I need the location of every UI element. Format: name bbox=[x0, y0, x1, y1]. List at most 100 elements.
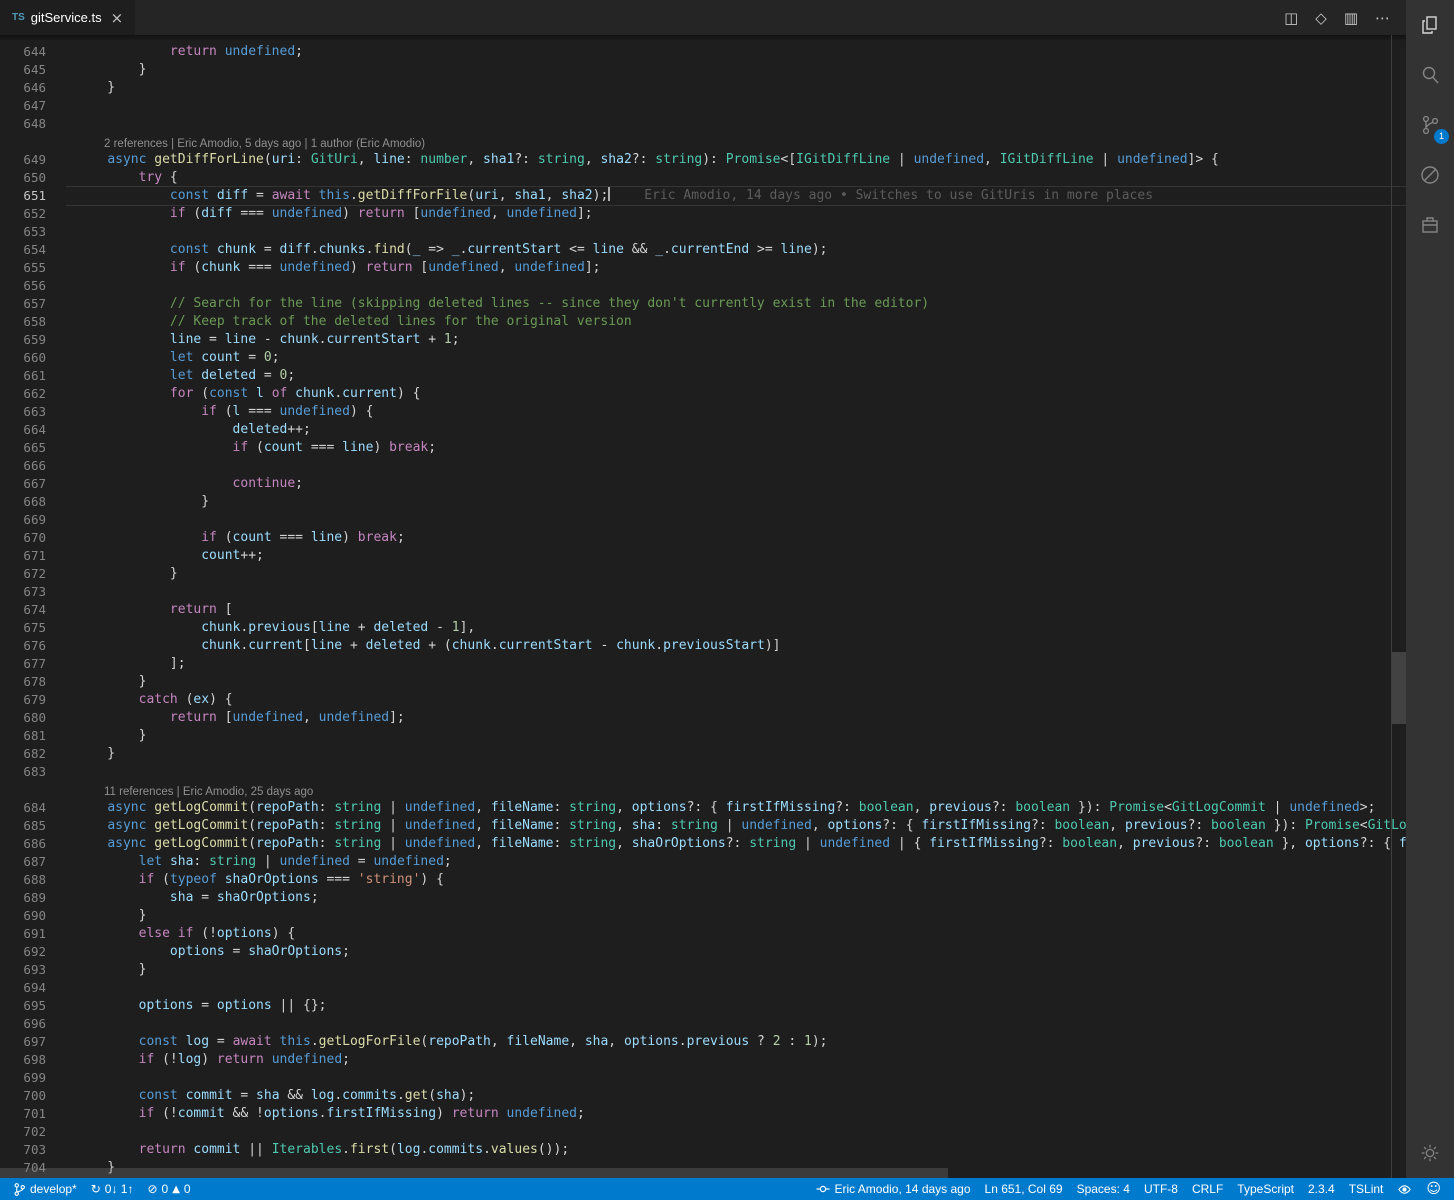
code-token[interactable]: values bbox=[491, 1142, 538, 1157]
code-line[interactable]: 666 bbox=[0, 457, 1406, 475]
code-text[interactable]: return [ bbox=[76, 601, 233, 619]
code-token[interactable]: (! bbox=[154, 1052, 178, 1067]
code-token[interactable]: string bbox=[569, 818, 616, 833]
code-text[interactable]: const chunk = diff.chunks.find(_ => _.cu… bbox=[76, 241, 828, 259]
code-token[interactable]: undefined bbox=[820, 836, 890, 851]
code-line[interactable]: 654 const chunk = diff.chunks.find(_ => … bbox=[0, 241, 1406, 259]
code-token[interactable]: ?: bbox=[1195, 836, 1218, 851]
code-token[interactable]: undefined bbox=[914, 152, 984, 167]
code-token[interactable]: chunk bbox=[201, 260, 240, 275]
line-number[interactable]: 675 bbox=[0, 619, 66, 637]
code-token[interactable]: boolean bbox=[1211, 818, 1266, 833]
code-token[interactable] bbox=[248, 386, 256, 401]
split-editor-icon[interactable]: ◫ bbox=[1284, 9, 1298, 27]
code-token[interactable] bbox=[76, 530, 201, 545]
code-text[interactable]: chunk.previous[line + deleted - 1], bbox=[76, 619, 475, 637]
code-line[interactable]: 700 const commit = sha && log.commits.ge… bbox=[0, 1087, 1406, 1105]
code-token[interactable]: Promise bbox=[1305, 818, 1360, 833]
code-token[interactable]: ( bbox=[248, 800, 256, 815]
code-token[interactable]: ++; bbox=[287, 422, 310, 437]
code-text[interactable]: // Keep track of the deleted lines for t… bbox=[76, 313, 632, 331]
code-token[interactable]: ( bbox=[405, 242, 413, 257]
code-token[interactable]: } bbox=[76, 962, 147, 977]
code-token[interactable]: } bbox=[76, 566, 178, 581]
code-token[interactable]: | bbox=[256, 854, 279, 869]
code-line[interactable]: 645 } bbox=[0, 61, 1406, 79]
code-token[interactable]: undefined bbox=[280, 404, 350, 419]
line-number[interactable]: 676 bbox=[0, 637, 66, 655]
code-token[interactable]: string bbox=[209, 854, 256, 869]
code-token[interactable]: , bbox=[616, 836, 632, 851]
code-token[interactable] bbox=[76, 710, 170, 725]
line-number[interactable]: 695 bbox=[0, 997, 66, 1015]
code-token[interactable]: | bbox=[1266, 800, 1289, 815]
code-token[interactable]: }, bbox=[1274, 836, 1305, 851]
code-token[interactable]: current bbox=[248, 638, 303, 653]
code-token[interactable]: - bbox=[593, 638, 616, 653]
code-token[interactable] bbox=[76, 476, 233, 491]
code-token[interactable]: , bbox=[475, 800, 491, 815]
line-number[interactable]: 669 bbox=[0, 511, 66, 529]
code-line[interactable]: 681 } bbox=[0, 727, 1406, 745]
code-token[interactable]: ++; bbox=[240, 548, 263, 563]
line-number[interactable]: 650 bbox=[0, 169, 66, 187]
code-line[interactable]: 688 if (typeof shaOrOptions === 'string'… bbox=[0, 871, 1406, 889]
code-token[interactable] bbox=[178, 1088, 186, 1103]
code-line[interactable]: 658 // Keep track of the deleted lines f… bbox=[0, 313, 1406, 331]
code-token[interactable]: undefined bbox=[272, 206, 342, 221]
code-token[interactable]: , bbox=[569, 1034, 585, 1049]
code-token[interactable]: return bbox=[170, 602, 217, 617]
code-line[interactable]: 685 async getLogCommit(repoPath: string … bbox=[0, 817, 1406, 835]
code-token[interactable]: options bbox=[827, 818, 882, 833]
code-token[interactable] bbox=[76, 404, 201, 419]
code-token[interactable]: , bbox=[608, 1034, 624, 1049]
code-token[interactable]: && bbox=[280, 1088, 311, 1103]
code-token[interactable] bbox=[76, 44, 170, 59]
line-number[interactable]: 654 bbox=[0, 241, 66, 259]
line-number[interactable]: 679 bbox=[0, 691, 66, 709]
code-token[interactable]: deleted bbox=[373, 620, 428, 635]
code-token[interactable]: ]; bbox=[585, 260, 601, 275]
eol-status[interactable]: CRLF bbox=[1185, 1178, 1230, 1200]
code-text[interactable]: const commit = sha && log.commits.get(sh… bbox=[76, 1087, 476, 1105]
code-token[interactable]: ?: { bbox=[882, 818, 921, 833]
code-token[interactable]: (! bbox=[193, 926, 217, 941]
code-token[interactable]: string bbox=[334, 818, 381, 833]
code-text[interactable]: return undefined; bbox=[76, 43, 303, 61]
code-line[interactable]: 690 } bbox=[0, 907, 1406, 925]
code-line[interactable]: 684 async getLogCommit(repoPath: string … bbox=[0, 799, 1406, 817]
code-text[interactable]: } bbox=[76, 673, 147, 691]
code-token[interactable]: commit bbox=[178, 1106, 225, 1121]
code-token[interactable]: { bbox=[162, 170, 178, 185]
code-token[interactable]: }): bbox=[1070, 800, 1109, 815]
tslint-status[interactable]: TSLint bbox=[1342, 1178, 1391, 1200]
code-line[interactable]: 656 bbox=[0, 277, 1406, 295]
line-number[interactable]: 685 bbox=[0, 817, 66, 835]
code-line[interactable]: 660 let count = 0; bbox=[0, 349, 1406, 367]
line-number[interactable]: 670 bbox=[0, 529, 66, 547]
code-token[interactable]: , bbox=[1109, 818, 1125, 833]
code-token[interactable]: ? bbox=[749, 1034, 772, 1049]
code-token[interactable]: ; bbox=[272, 350, 280, 365]
code-token[interactable]: line bbox=[319, 620, 350, 635]
code-token[interactable]: . bbox=[319, 1106, 327, 1121]
line-number[interactable]: 697 bbox=[0, 1033, 66, 1051]
code-token[interactable]: ); bbox=[593, 188, 609, 203]
cursor-position-status[interactable]: Ln 651, Col 69 bbox=[978, 1178, 1070, 1200]
code-line[interactable]: 691 else if (!options) { bbox=[0, 925, 1406, 943]
code-token[interactable]: count bbox=[233, 530, 272, 545]
line-number[interactable]: 661 bbox=[0, 367, 66, 385]
code-text[interactable]: } bbox=[76, 61, 147, 79]
code-token[interactable]: boolean bbox=[1062, 836, 1117, 851]
code-token[interactable]: ; bbox=[444, 854, 452, 869]
code-line[interactable]: 678 } bbox=[0, 673, 1406, 691]
code-line[interactable]: 677 ]; bbox=[0, 655, 1406, 673]
code-token[interactable]: log bbox=[178, 1052, 201, 1067]
code-token[interactable]: undefined bbox=[405, 800, 475, 815]
code-token[interactable]: string bbox=[671, 818, 718, 833]
code-token[interactable]: undefined bbox=[280, 854, 350, 869]
code-token[interactable] bbox=[76, 638, 201, 653]
code-token[interactable]: else bbox=[139, 926, 170, 941]
sync-status[interactable]: ↻ 0↓ 1↑ bbox=[84, 1178, 141, 1200]
code-token[interactable]: , bbox=[303, 710, 319, 725]
